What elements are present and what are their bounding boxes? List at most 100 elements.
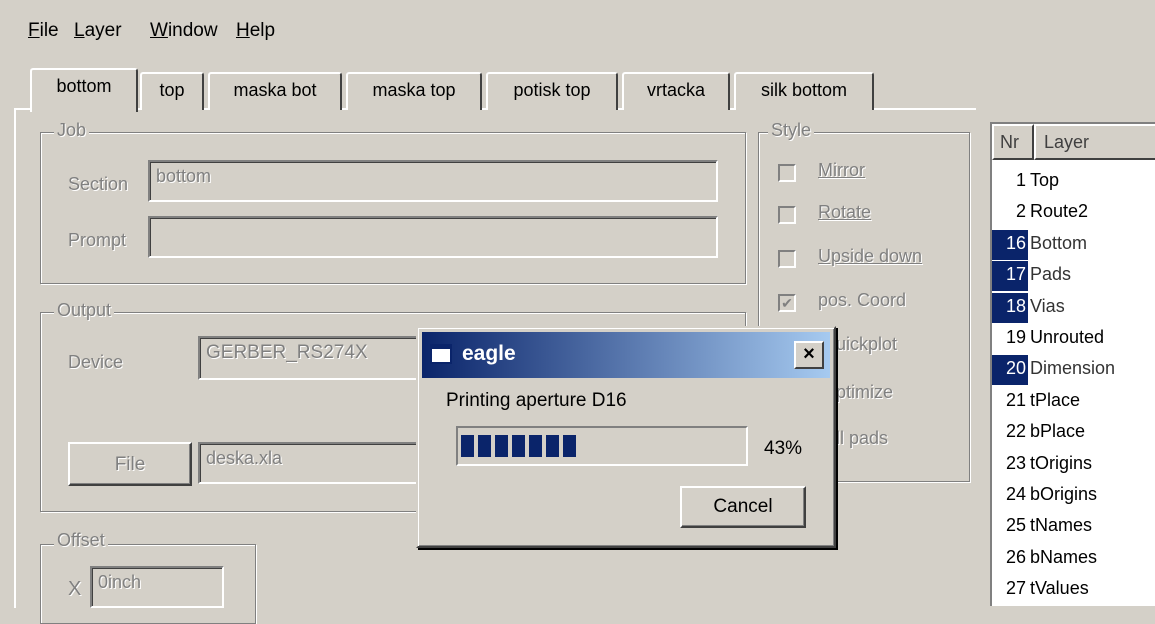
progress-block bbox=[529, 435, 542, 457]
layer-number: 17 bbox=[992, 261, 1028, 292]
layer-number: 20 bbox=[992, 355, 1028, 386]
optimize-label[interactable]: ptimize bbox=[836, 382, 893, 403]
layer-number: 19 bbox=[1005, 327, 1026, 347]
layer-number: 23 bbox=[1005, 452, 1026, 473]
file-button[interactable]: File bbox=[68, 442, 192, 486]
layer-row[interactable]: 27 tValues bbox=[992, 574, 1155, 605]
layer-number: 25 bbox=[1005, 515, 1026, 536]
layer-list-header-layer[interactable]: Layer bbox=[1034, 124, 1155, 160]
layer-number: 24 bbox=[1005, 484, 1026, 504]
device-select[interactable]: GERBER_RS274X bbox=[198, 336, 448, 380]
progress-block bbox=[478, 435, 491, 457]
layer-name: bNames bbox=[1030, 546, 1098, 567]
layer-name: bPlace bbox=[1030, 421, 1086, 442]
layer-row[interactable]: 20 Dimension bbox=[992, 354, 1155, 386]
menu-layer[interactable]: Layer bbox=[74, 20, 122, 42]
layer-list-header-nr[interactable]: Nr bbox=[992, 124, 1034, 160]
tab-maska-bot[interactable]: maska bot bbox=[208, 72, 342, 110]
layer-number: 21 bbox=[1005, 389, 1026, 410]
upside-down-label: Upside down bbox=[818, 246, 923, 266]
job-group-title: Job bbox=[54, 120, 90, 141]
dialog-titlebar[interactable]: eagle × bbox=[422, 332, 830, 378]
layer-row[interactable]: 26 bNames bbox=[992, 543, 1155, 574]
layer-name: tValues bbox=[1030, 578, 1089, 599]
layer-name: Pads bbox=[1030, 264, 1072, 285]
checkmark-icon: ✔ bbox=[781, 295, 793, 311]
rotate-label: Rotate bbox=[818, 202, 872, 222]
output-group-title: Output bbox=[54, 300, 115, 321]
layer-number: 1 bbox=[1015, 170, 1026, 190]
progress-percent: 43% bbox=[764, 438, 803, 459]
layer-row[interactable]: 25 tNames bbox=[992, 511, 1155, 542]
layer-row[interactable]: 2 Route2 bbox=[992, 197, 1155, 228]
prompt-label: Prompt bbox=[68, 230, 127, 250]
cancel-button[interactable]: Cancel bbox=[680, 486, 806, 528]
pos-coord-label: pos. Coord bbox=[818, 290, 907, 310]
progress-bar bbox=[456, 426, 748, 466]
rotate-checkbox[interactable] bbox=[778, 206, 796, 224]
progress-fill bbox=[461, 435, 576, 457]
fill-pads-label[interactable]: ll pads bbox=[836, 428, 888, 449]
progress-block bbox=[563, 435, 576, 457]
window-icon bbox=[430, 344, 452, 364]
file-field[interactable]: deska.xla bbox=[198, 442, 448, 484]
progress-dialog: eagle × Printing aperture D16 43% Cancel bbox=[416, 326, 836, 548]
pos-coord-checkbox[interactable]: ✔ bbox=[778, 294, 796, 312]
offset-x-label: X bbox=[68, 578, 82, 600]
section-field[interactable]: bottom bbox=[148, 160, 718, 202]
progress-block bbox=[495, 435, 508, 457]
upside-down-checkbox[interactable] bbox=[778, 250, 796, 268]
layer-number: 27 bbox=[1005, 578, 1026, 599]
layer-name: Top bbox=[1030, 170, 1060, 190]
progress-block bbox=[546, 435, 559, 457]
offset-x-field[interactable]: 0inch bbox=[90, 566, 224, 608]
dialog-title: eagle bbox=[462, 342, 516, 365]
device-label: Device bbox=[68, 352, 124, 372]
tab-silk-bottom[interactable]: silk bottom bbox=[734, 72, 874, 110]
layer-name: tPlace bbox=[1030, 389, 1081, 410]
close-button[interactable]: × bbox=[794, 341, 824, 369]
menu-bar: File Layer Window Help bbox=[0, 12, 1155, 48]
progress-block bbox=[512, 435, 525, 457]
progress-block bbox=[461, 435, 474, 457]
layer-row[interactable]: 19 Unrouted bbox=[992, 323, 1155, 354]
mirror-checkbox[interactable] bbox=[778, 164, 796, 182]
prompt-field[interactable] bbox=[148, 216, 718, 258]
layer-list[interactable]: Nr Layer 1 Top 2 Route2 16 Bottom 17 Pads 18 Vias… bbox=[990, 122, 1155, 606]
layer-row[interactable]: 22 bPlace bbox=[992, 417, 1155, 448]
dialog-message: Printing aperture D16 bbox=[446, 390, 627, 411]
menu-file[interactable]: File bbox=[28, 20, 59, 42]
layer-name: Route2 bbox=[1030, 201, 1089, 222]
tab-vrtacka[interactable]: vrtacka bbox=[622, 72, 730, 110]
layer-row[interactable]: 18 Vias bbox=[992, 292, 1155, 323]
section-label: Section bbox=[68, 174, 129, 194]
layer-name: tOrigins bbox=[1030, 452, 1093, 473]
layer-row[interactable]: 17 Pads bbox=[992, 260, 1155, 292]
mirror-label: Mirror bbox=[818, 160, 865, 180]
layer-name: Vias bbox=[1030, 295, 1065, 316]
layer-row[interactable]: 21 tPlace bbox=[992, 386, 1155, 417]
tab-maska-top[interactable]: maska top bbox=[346, 72, 482, 110]
layer-number: 22 bbox=[1005, 421, 1026, 442]
layer-row[interactable]: 16 Bottom bbox=[992, 229, 1155, 260]
layer-name: Unrouted bbox=[1030, 327, 1105, 347]
layer-number: 2 bbox=[1015, 201, 1026, 222]
menu-window[interactable]: Window bbox=[150, 20, 218, 42]
layer-number: 16 bbox=[992, 229, 1028, 260]
layer-name: Dimension bbox=[1030, 358, 1116, 379]
layer-name: Bottom bbox=[1030, 232, 1088, 253]
menu-help[interactable]: Help bbox=[236, 20, 275, 42]
layer-row[interactable]: 1 Top bbox=[992, 166, 1155, 197]
layer-name: bOrigins bbox=[1030, 484, 1098, 504]
layer-row[interactable]: 24 bOrigins bbox=[992, 480, 1155, 511]
tab-top[interactable]: top bbox=[140, 72, 204, 110]
job-group bbox=[40, 132, 746, 284]
layer-number: 18 bbox=[992, 292, 1028, 323]
quickplot-label[interactable]: uickplot bbox=[836, 334, 897, 355]
layer-name: tNames bbox=[1030, 515, 1093, 536]
layer-row[interactable]: 23 tOrigins bbox=[992, 449, 1155, 480]
tab-potisk-top[interactable]: potisk top bbox=[486, 72, 618, 110]
style-group-title: Style bbox=[768, 120, 815, 141]
layer-number: 26 bbox=[1005, 546, 1026, 567]
tab-bottom[interactable]: bottom bbox=[30, 68, 138, 112]
